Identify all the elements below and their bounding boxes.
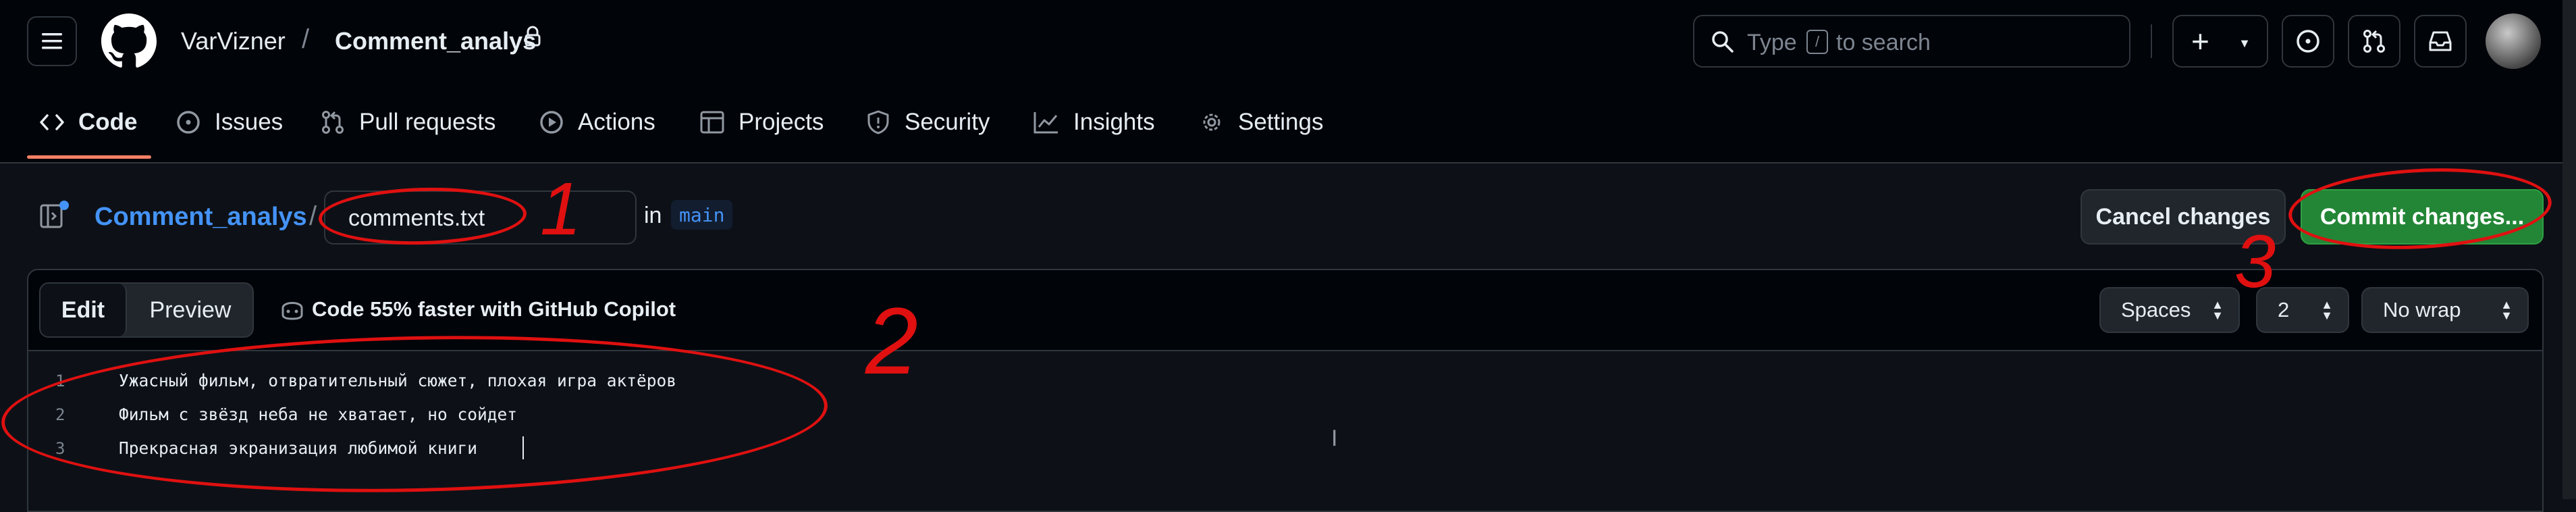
hamburger-icon [42,33,62,49]
graph-icon [1034,112,1058,134]
play-icon [540,111,563,134]
lock-icon [524,26,541,51]
tab-pull-requests-label: Pull requests [359,109,496,135]
gear-icon [1203,113,1220,131]
search-icon [1711,30,1735,57]
window-edge [2562,0,2576,499]
indent-mode-value: Spaces [2121,298,2191,322]
tab-edit[interactable]: Edit [41,284,127,336]
search-placeholder-start: Type [1747,30,1797,55]
tab-settings-label: Settings [1238,109,1324,135]
file-repo-link[interactable]: Comment_analys [95,203,307,232]
tab-actions-label: Actions [578,109,655,135]
sidebar-expand-icon[interactable] [39,200,70,234]
menu-button[interactable] [27,16,77,66]
triangle-down-icon: ▼ [2238,36,2251,50]
shield-icon [867,110,889,134]
search-shortcut-label: / [1815,33,1820,50]
select-caret-icon: ▲ ▼ [2500,298,2513,322]
inbox-icon [2429,31,2452,51]
code-icon [40,114,64,130]
annotation-mark-2: 2 [865,288,918,394]
in-label: in [644,203,662,228]
mouse-ibeam-cursor: I [1331,426,1338,451]
tab-projects[interactable]: Projects [699,100,824,145]
inbox-button[interactable] [2414,15,2467,68]
tab-code[interactable]: Code [39,100,138,145]
tab-security-label: Security [905,109,990,135]
tab-code-label: Code [78,109,138,135]
annotation-mark-1: 1 [540,168,582,251]
git-pull-request-icon [322,111,344,134]
tab-security[interactable]: Security [865,100,990,145]
select-caret-icon: ▲ ▼ [2321,298,2333,322]
tab-insights-label: Insights [1073,109,1155,135]
plus-icon: + [2191,24,2209,59]
pull-requests-button[interactable] [2348,15,2400,68]
select-caret-icon: ▲ ▼ [2211,298,2224,322]
tab-issues-label: Issues [215,109,284,135]
tab-preview-label: Preview [149,297,232,323]
tab-actions[interactable]: Actions [539,100,655,145]
tab-insights[interactable]: Insights [1033,100,1155,145]
create-new-button[interactable]: + ▼ [2172,15,2268,68]
copilot-icon [279,297,305,324]
issue-opened-icon [177,111,200,134]
github-logo-icon[interactable] [101,14,157,69]
search-input[interactable]: Type / to search [1693,15,2130,68]
tab-preview[interactable]: Preview [128,284,252,336]
branch-name: main [679,203,725,226]
tab-projects-label: Projects [739,109,824,135]
path-separator: / [309,201,317,231]
active-tab-underline [27,155,151,159]
wrap-mode-select[interactable]: No wrap ▲ ▼ [2361,287,2529,333]
tab-pull-requests[interactable]: Pull requests [320,100,495,145]
tab-settings[interactable]: Settings [1199,100,1323,145]
indent-mode-select[interactable]: Spaces ▲ ▼ [2099,287,2240,333]
table-icon [700,111,724,134]
indent-size-value: 2 [2278,298,2290,322]
tab-edit-label: Edit [61,297,105,323]
repo-link[interactable]: Comment_analys [335,27,536,55]
tab-issues[interactable]: Issues [176,100,283,145]
annotation-mark-3: 3 [2234,220,2276,303]
branch-badge[interactable]: main [671,200,733,230]
breadcrumb-separator: / [302,24,310,54]
search-placeholder-end: to search [1836,30,1931,55]
header-divider [2151,24,2152,58]
owner-link[interactable]: VarVizner [181,27,286,55]
wrap-mode-value: No wrap [2383,298,2461,322]
avatar[interactable] [2486,14,2541,69]
git-pull-request-icon [2363,30,2385,53]
issue-opened-icon [2297,30,2319,53]
copilot-promo-text[interactable]: Code 55% faster with GitHub Copilot [312,297,676,322]
search-shortcut-key: / [1806,30,1828,54]
issues-button[interactable] [2282,15,2334,68]
